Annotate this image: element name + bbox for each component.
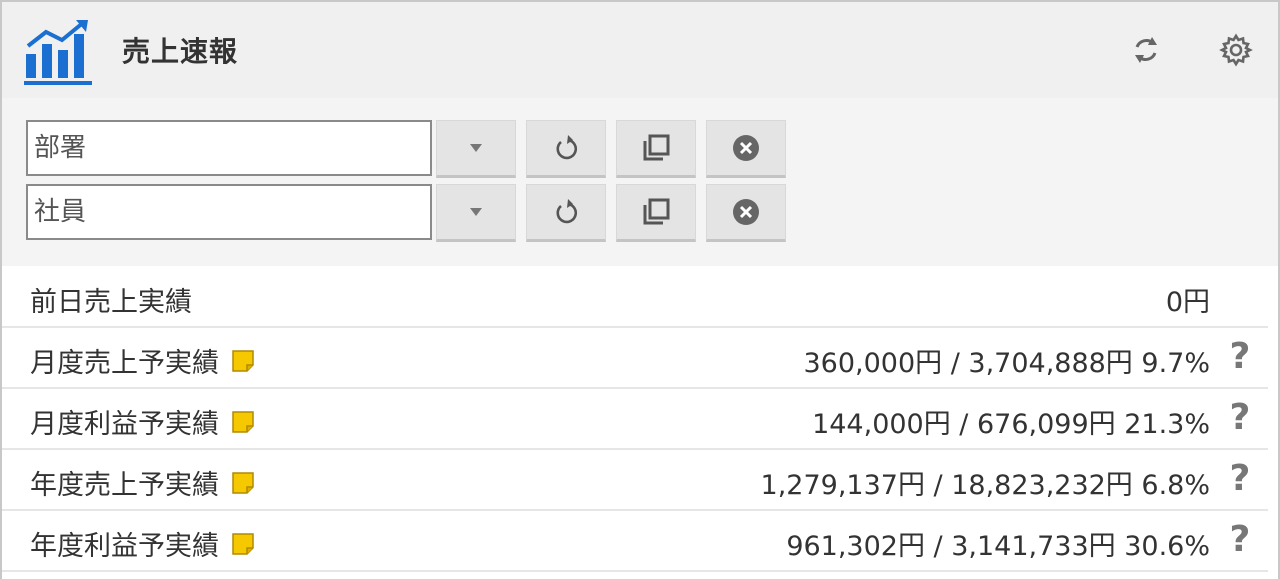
metric-label: 前日売上実績 xyxy=(30,287,192,318)
list-item: 月度売上予実績 360,000円 / 3,704,888円 9.7% ? xyxy=(2,329,1268,389)
employee-copy-button[interactable] xyxy=(616,184,696,242)
memo-icon[interactable] xyxy=(229,469,257,497)
employee-dropdown-button[interactable] xyxy=(436,184,516,242)
employee-input[interactable] xyxy=(26,184,432,240)
list-item: 前日売上実績 0円 xyxy=(2,268,1268,328)
filter-area xyxy=(2,98,1278,266)
clear-icon xyxy=(733,199,759,225)
copy-icon xyxy=(643,134,670,161)
department-clear-button[interactable] xyxy=(706,120,786,178)
memo-icon[interactable] xyxy=(229,408,257,436)
metric-value: 144,000円 / 676,099円 21.3% xyxy=(812,409,1210,440)
settings-button[interactable] xyxy=(1218,32,1254,68)
metric-label: 年度売上予実績 xyxy=(30,463,257,502)
dropdown-arrow-icon xyxy=(470,208,482,216)
department-dropdown-button[interactable] xyxy=(436,120,516,178)
metric-label: 月度売上予実績 xyxy=(30,341,257,380)
help-icon[interactable]: ? xyxy=(1224,337,1256,377)
gear-icon xyxy=(1219,33,1253,67)
metric-value: 1,279,137円 / 18,823,232円 6.8% xyxy=(760,470,1210,501)
help-icon[interactable]: ? xyxy=(1224,520,1256,560)
list-item: 月度利益予実績 144,000円 / 676,099円 21.3% ? xyxy=(2,390,1268,450)
metric-label: 月度利益予実績 xyxy=(30,402,257,441)
employee-reset-button[interactable] xyxy=(526,184,606,242)
department-reset-button[interactable] xyxy=(526,120,606,178)
reset-icon xyxy=(556,199,578,224)
department-input[interactable] xyxy=(26,120,432,176)
department-copy-button[interactable] xyxy=(616,120,696,178)
bar-chart-growth-icon xyxy=(24,20,92,85)
list-item: 年度売上予実績 1,279,137円 / 18,823,232円 6.8% ? xyxy=(2,451,1268,511)
list-item: 年度利益予実績 961,302円 / 3,141,733円 30.6% ? xyxy=(2,512,1268,572)
memo-icon[interactable] xyxy=(229,347,257,375)
help-icon[interactable]: ? xyxy=(1224,459,1256,499)
memo-icon[interactable] xyxy=(229,530,257,558)
metric-value: 0円 xyxy=(1165,287,1210,318)
panel-header: 売上速報 xyxy=(2,2,1278,98)
refresh-icon xyxy=(1135,37,1157,63)
employee-clear-button[interactable] xyxy=(706,184,786,242)
refresh-button[interactable] xyxy=(1128,32,1164,68)
sales-flash-panel: 売上速報 部署 社員 前日売上実績 0円 月度売上予実績 360,000円 / … xyxy=(0,0,1280,579)
page-title: 売上速報 xyxy=(122,35,239,68)
metric-label: 年度利益予実績 xyxy=(30,524,257,563)
metric-value: 360,000円 / 3,704,888円 9.7% xyxy=(803,348,1210,379)
metric-value: 961,302円 / 3,141,733円 30.6% xyxy=(786,531,1210,562)
dropdown-arrow-icon xyxy=(470,144,482,152)
clear-icon xyxy=(733,135,759,161)
help-icon[interactable]: ? xyxy=(1224,398,1256,438)
copy-icon xyxy=(643,198,670,225)
reset-icon xyxy=(556,135,578,160)
